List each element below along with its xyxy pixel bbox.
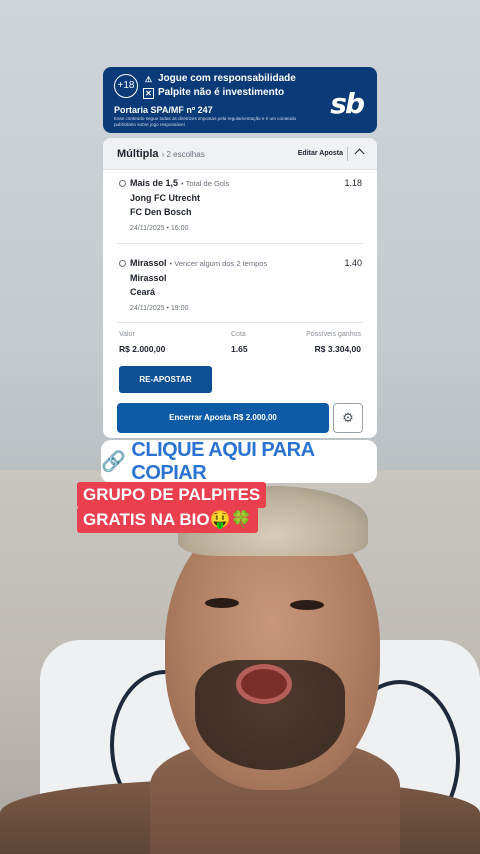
home-team: Jong FC Utrecht [130,193,201,203]
responsibility-banner: +18 ⚠ Jogue com responsabilidade ✕ Palpite… [103,67,377,133]
chevron-up-icon[interactable] [354,148,365,159]
stake-value: R$ 2.000,00 [119,344,166,354]
promo-caption-line: GRUPO DE PALPITES [77,482,267,508]
market-name: Mais de 1,5 [130,178,179,188]
promo-caption-line: GRATIS NA BIO🤑🍀 [77,507,258,533]
potential-winnings-value: R$ 3.304,00 [314,344,361,354]
bet-slip-card: Múltipla › 2 escolhas Editar Aposta Mais … [103,138,377,438]
radio-icon [119,260,126,267]
settings-button[interactable]: ⚙ [333,403,363,433]
edit-bet-link[interactable]: Editar Aposta [298,150,343,157]
gear-icon: ⚙ [342,410,354,425]
brand-logo: sb [330,87,365,120]
choices-count: › 2 escolhas [161,150,205,159]
age-restriction-badge: +18 [114,74,138,98]
selection-market: Mais de 1,5 • Total de Gols [130,178,229,188]
odds-label: Cota [231,331,246,338]
selection-odd: 1.18 [344,178,362,188]
potential-winnings-label: Possíveis ganhos [306,331,361,338]
market-name: Mirassol [130,258,167,268]
match-date: 24/11/2025 • 16:00 [130,225,189,232]
market-type: • Vencer algum dos 2 tempos [169,259,268,268]
bet-type-title: Múltipla › 2 escolhas [117,148,205,160]
bet-slip-header: Múltipla › 2 escolhas Editar Aposta [103,138,377,170]
warning-text: Jogue com responsabilidade [158,73,296,84]
home-team: Mirassol [130,273,167,283]
warning-triangle-icon: ⚠ [144,75,153,84]
warning-row: ⚠ Jogue com responsabilidade [143,73,296,86]
selection-market: Mirassol • Vencer algum dos 2 tempos [130,258,267,268]
odds-value: 1.65 [231,344,248,354]
radio-icon [119,180,126,187]
warning-row: ✕ Palpite não é investimento [143,87,284,99]
warning-text: Palpite não é investimento [158,87,285,98]
copy-link-button[interactable]: 🔗 CLIQUE AQUI PARA COPIAR [101,438,377,484]
person-eye [290,600,324,610]
market-type: • Total de Gols [181,179,230,188]
match-date: 24/11/2025 • 19:00 [130,305,189,312]
portaria-text: Portaria SPA/MF nº 247 [114,105,213,115]
person-mouth [236,664,292,704]
x-box-icon: ✕ [143,88,154,99]
person-eye [205,598,239,608]
selection-divider [117,322,363,323]
header-divider [347,147,348,161]
copy-link-label: CLIQUE AQUI PARA COPIAR [131,438,314,484]
selection-divider [117,243,363,244]
rebet-button[interactable]: RE-APOSTAR [119,366,212,393]
bet-type-label: Múltipla [117,148,159,160]
link-icon: 🔗 [101,451,126,473]
stake-label: Valor [119,331,135,338]
selection-odd: 1.40 [344,258,362,268]
cash-out-button[interactable]: Encerrar Aposta R$ 2.000,00 [117,403,329,433]
disclaimer-text: Esse conteúdo segue todas as diretrizes … [114,116,297,127]
away-team: FC Den Bosch [130,207,192,217]
away-team: Ceará [130,287,156,297]
